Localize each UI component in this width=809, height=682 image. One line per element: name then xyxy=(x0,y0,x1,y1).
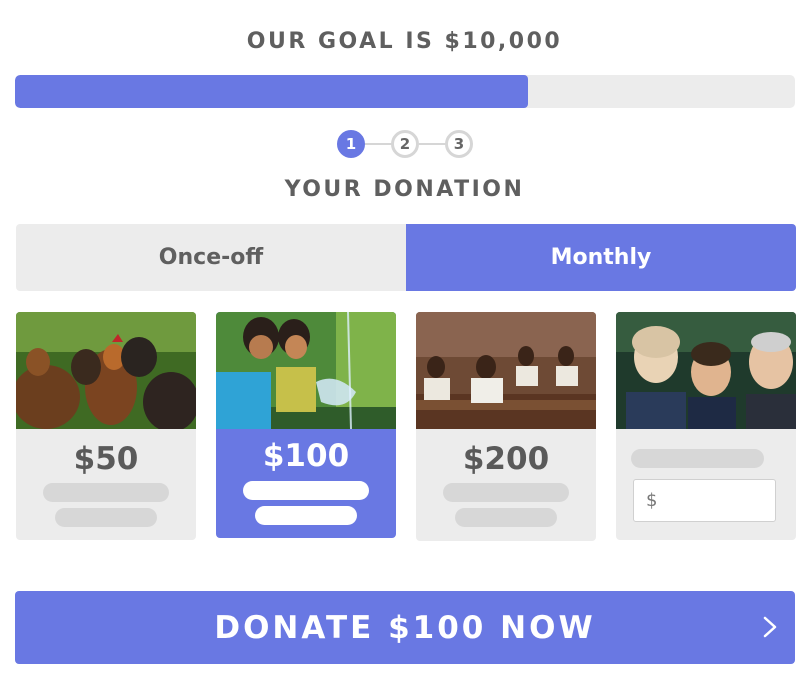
step-3[interactable]: 3 xyxy=(445,130,473,158)
step-connector xyxy=(365,143,392,145)
goal-progress-bar xyxy=(15,75,795,108)
custom-amount-label-placeholder xyxy=(631,449,764,468)
tier-description-placeholder xyxy=(55,508,157,527)
custom-amount-input[interactable]: $ xyxy=(633,479,776,522)
custom-amount-card[interactable]: $ xyxy=(616,312,796,540)
classroom-photo xyxy=(416,312,596,429)
step-indicator: 1 2 3 xyxy=(337,130,473,158)
step-connector xyxy=(419,143,446,145)
donate-now-button[interactable]: DONATE $100 NOW xyxy=(15,591,795,664)
tier-amount: $100 xyxy=(262,438,350,474)
tier-amount: $200 xyxy=(462,441,550,477)
goal-title: OUR GOAL IS $10,000 xyxy=(246,29,563,54)
currency-symbol: $ xyxy=(646,490,658,511)
tier-description-placeholder xyxy=(443,483,569,502)
tier-description-placeholder xyxy=(455,508,557,527)
donation-title: YOUR DONATION xyxy=(284,177,525,202)
once-off-option[interactable]: Once-off xyxy=(16,224,406,291)
donation-tier-card-100[interactable]: $100 xyxy=(216,312,396,538)
tier-description-placeholder xyxy=(255,506,357,525)
donation-tier-card-200[interactable]: $200 xyxy=(416,312,596,541)
tier-description-placeholder xyxy=(43,483,169,502)
donate-button-label: DONATE $100 NOW xyxy=(214,609,596,646)
children-water-photo xyxy=(216,312,396,429)
step-1[interactable]: 1 xyxy=(337,130,365,158)
chickens-photo xyxy=(16,312,196,429)
donation-tier-card-50[interactable]: $50 xyxy=(16,312,196,540)
frequency-toggle: Once-off Monthly xyxy=(16,224,796,291)
chevron-right-icon xyxy=(763,616,777,638)
goal-progress-fill xyxy=(15,75,529,108)
tier-amount: $50 xyxy=(73,441,139,477)
step-2[interactable]: 2 xyxy=(391,130,419,158)
tier-description-placeholder xyxy=(243,481,369,500)
family-photo xyxy=(616,312,796,429)
monthly-option[interactable]: Monthly xyxy=(406,224,796,291)
